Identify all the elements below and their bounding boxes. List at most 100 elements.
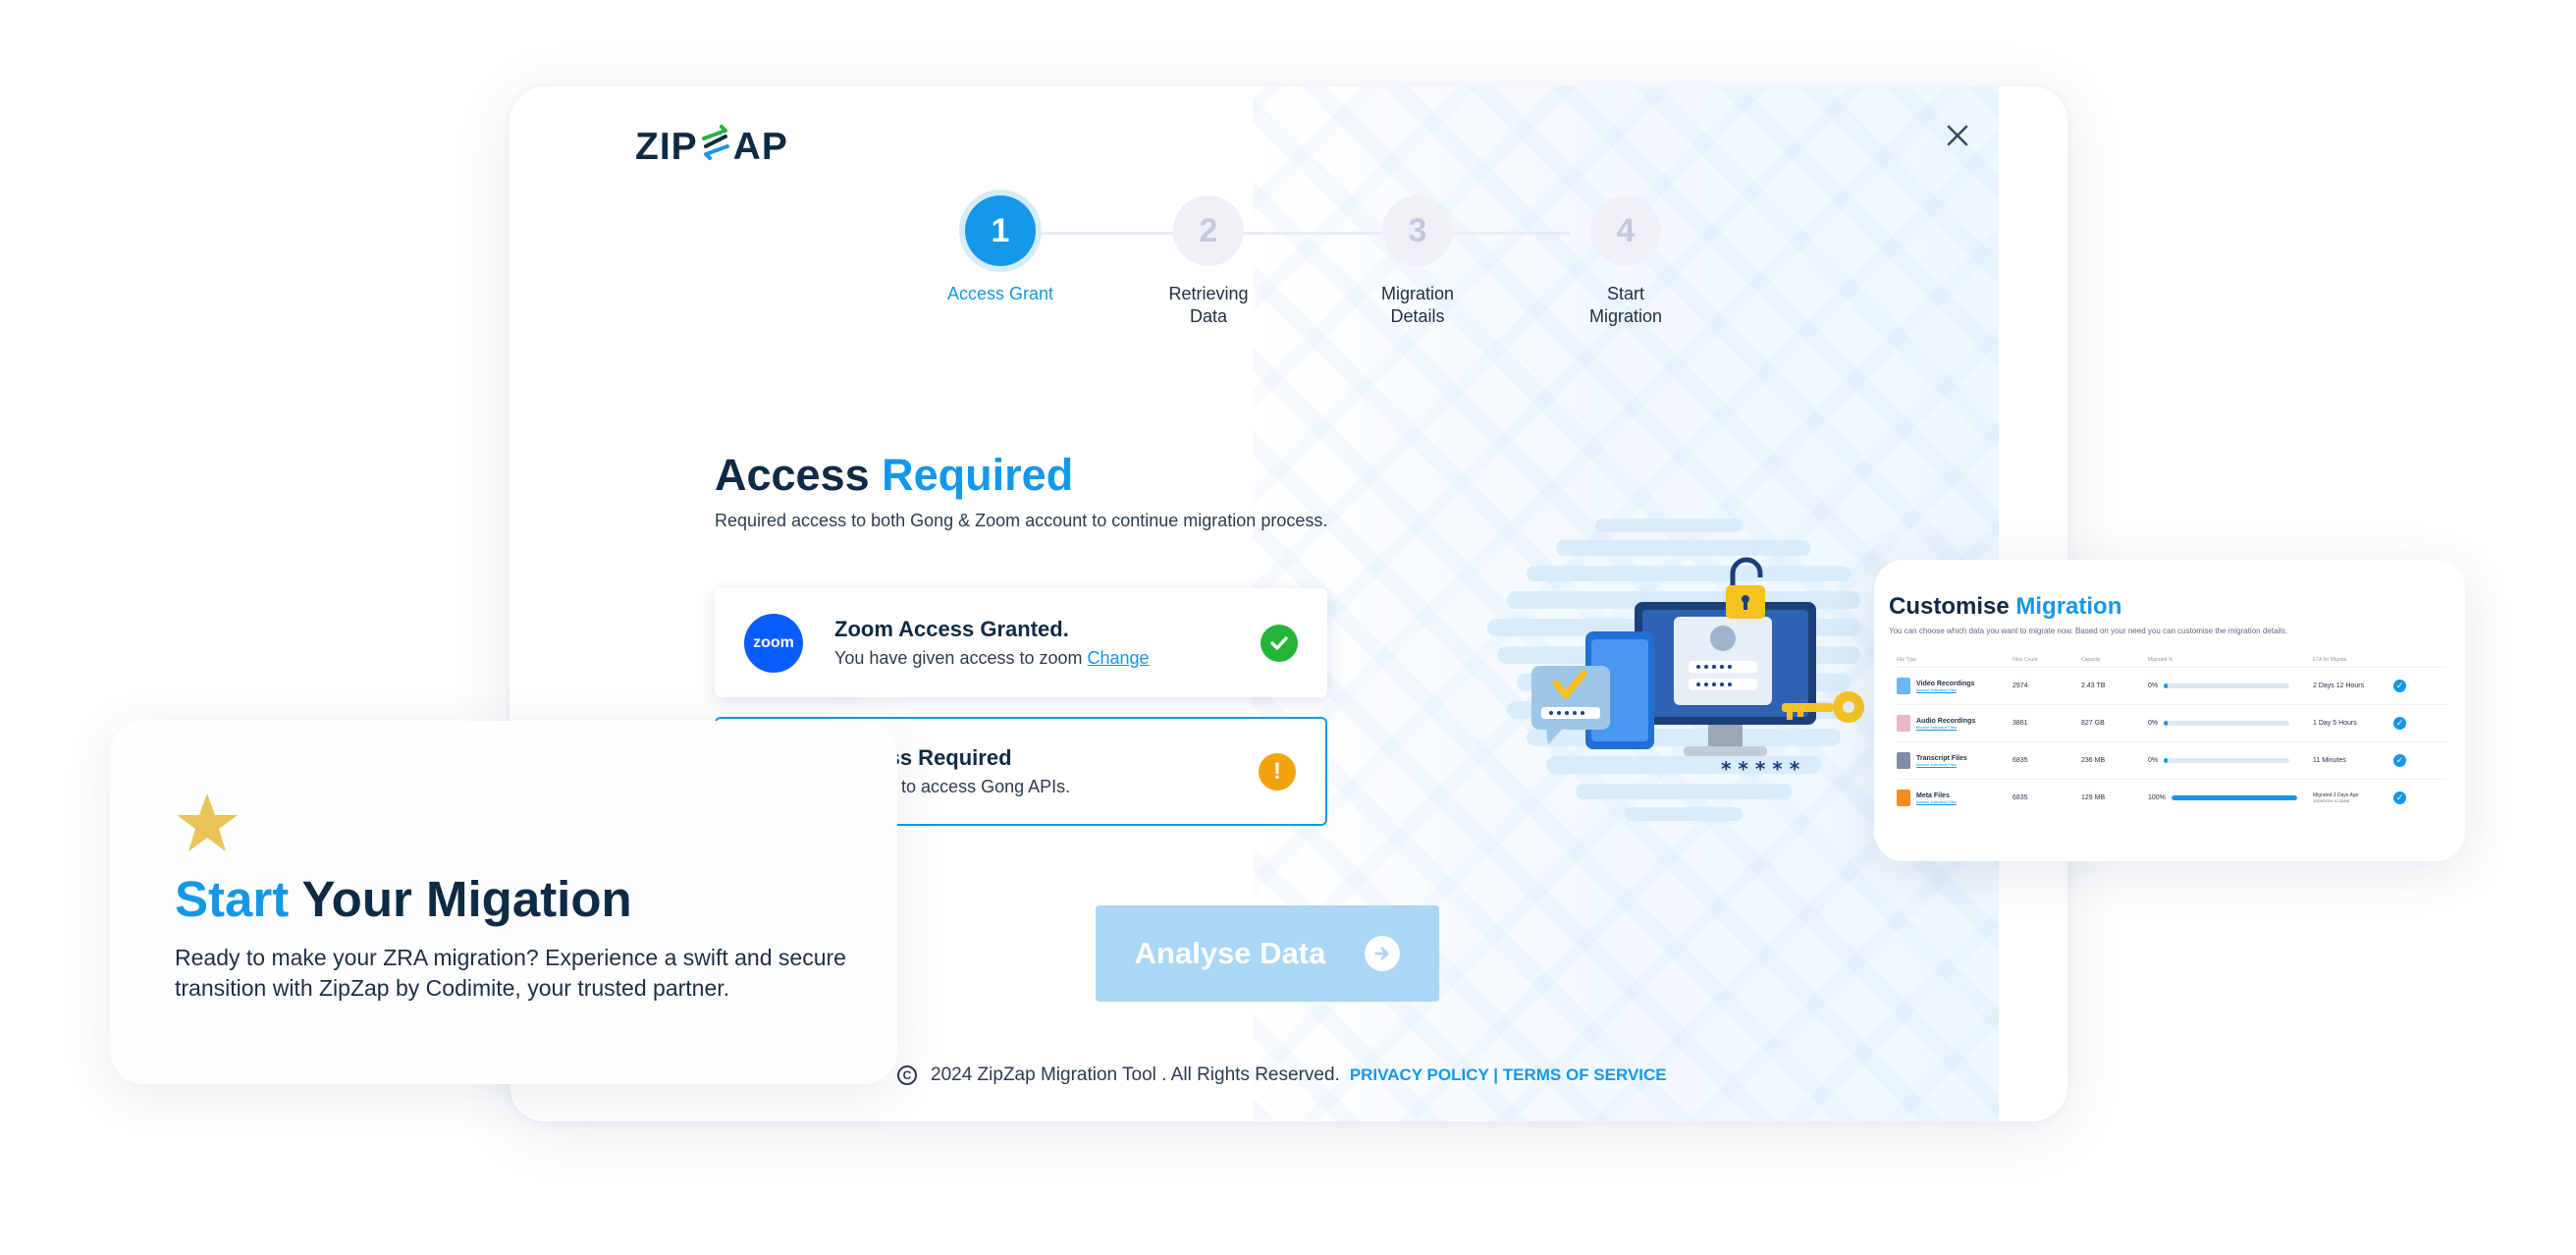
gong-card-desc: l details to access Gong APIs.	[836, 777, 1071, 796]
progress-bar	[2164, 758, 2290, 763]
page-title: Access Required	[715, 450, 1073, 501]
migration-progress: 0%	[2148, 682, 2313, 689]
step-number: 3	[1382, 195, 1453, 266]
capacity: 236 MB	[2081, 757, 2106, 764]
step-label: Access Grant	[946, 284, 1054, 303]
custom-title-accent: Migration	[2015, 593, 2122, 620]
custom-card-subtitle: You can choose which data you want to mi…	[1889, 627, 2288, 635]
check-circle-icon	[1261, 624, 1298, 662]
step-label: Migration Details	[1380, 284, 1455, 326]
browse-files-link[interactable]: Browse Individual Files	[1916, 762, 1967, 767]
file-type-name: Transcript Files	[1916, 754, 1967, 762]
step-access-grant[interactable]: 1 Access Grant	[912, 188, 1089, 305]
file-type-name: Audio Recordings	[1916, 717, 1976, 725]
star-icon	[177, 793, 238, 851]
analyse-button-label: Analyse Data	[1134, 936, 1326, 970]
footer: C 2024 ZipZap Migration Tool . All Right…	[897, 1064, 1667, 1086]
zoom-card-desc: You have given access to zoom Change	[834, 648, 1261, 669]
column-header: Capacity	[2081, 657, 2101, 663]
migrated-percent: 100%	[2148, 794, 2166, 801]
files-count: 3861	[2012, 720, 2028, 727]
eta-date: 12/05/2024 12:33AM	[2313, 798, 2350, 803]
step-retrieving-data[interactable]: 2 Retrieving Data	[1120, 188, 1297, 328]
start-migration-card: Start Your Migation Ready to make your Z…	[110, 721, 897, 1084]
terms-of-service-link[interactable]: TERMS OF SERVICE	[1503, 1065, 1667, 1084]
eta: 2 Days 12 Hours	[2313, 682, 2365, 689]
check-icon[interactable]: ✓	[2393, 754, 2406, 767]
migrated-percent: 0%	[2148, 682, 2159, 689]
audio-file-icon	[1897, 715, 1910, 732]
security-illustration: * * * * *	[1487, 518, 1880, 843]
start-title-accent: Start	[175, 871, 290, 927]
progress-fill	[2164, 683, 2168, 688]
zoom-access-card: zoom Zoom Access Granted. You have given…	[715, 588, 1327, 697]
progress-stepper: 1 Access Grant 2 Retrieving Data 3 Migra…	[912, 188, 1678, 335]
step-number: 4	[1590, 195, 1661, 266]
column-header: File Type	[1897, 657, 1917, 663]
progress-bar	[2164, 683, 2290, 688]
step-migration-details[interactable]: 3 Migration Details	[1329, 188, 1506, 328]
table-row[interactable]: Video Recordings Browse Individual Files…	[1897, 667, 2446, 704]
step-start-migration[interactable]: 4 Start Migration	[1537, 188, 1714, 328]
start-card-title: Start Your Migation	[175, 870, 632, 928]
progress-fill	[2164, 758, 2168, 763]
table-row[interactable]: Audio Recordings Browse Individual Files…	[1897, 704, 2446, 741]
zoom-card-desc-text: You have given access to zoom	[834, 648, 1083, 668]
capacity: 827 GB	[2081, 720, 2105, 727]
file-type-name: Meta Files	[1916, 791, 1950, 799]
meta-file-icon	[1897, 790, 1910, 806]
logo-text-left: ZIP	[635, 126, 698, 168]
close-button[interactable]	[1936, 114, 1979, 157]
change-link[interactable]: Change	[1088, 648, 1150, 668]
files-count: 6835	[2012, 794, 2028, 801]
browse-files-link[interactable]: Browse Individual Files	[1916, 725, 1975, 730]
password-mask-text: * * * * *	[1721, 757, 1800, 781]
page-subtitle: Required access to both Gong & Zoom acco…	[715, 511, 1328, 530]
privacy-policy-link[interactable]: PRIVACY POLICY	[1350, 1065, 1489, 1084]
copyright-icon: C	[897, 1065, 917, 1085]
browse-files-link[interactable]: Browse Individual Files	[1916, 687, 1974, 692]
eta: 1 Day 5 Hours	[2313, 720, 2357, 727]
copyright-text: 2024 ZipZap Migration Tool . All Rights …	[931, 1064, 1340, 1085]
column-header: Migrated %	[2148, 657, 2174, 663]
start-title-main: Your Migation	[301, 871, 632, 927]
capacity: 2.43 TB	[2081, 682, 2106, 689]
migrated-percent: 0%	[2148, 757, 2159, 764]
step-number: 2	[1173, 195, 1244, 266]
check-icon[interactable]: ✓	[2393, 717, 2406, 730]
check-icon[interactable]: ✓	[2393, 680, 2406, 692]
migrated-percent: 0%	[2148, 720, 2159, 727]
start-card-description: Ready to make your ZRA migration? Experi…	[175, 945, 846, 1001]
files-count: 2974	[2012, 682, 2028, 689]
logo-text-right: AP	[732, 126, 788, 168]
custom-card-title: Customise Migration	[1889, 593, 2450, 621]
footer-links: PRIVACY POLICY | TERMS OF SERVICE	[1350, 1065, 1667, 1085]
migration-progress: 0%	[2148, 757, 2313, 764]
arrow-right-icon	[1365, 936, 1401, 971]
close-icon	[1947, 125, 1968, 146]
progress-bar	[2164, 721, 2290, 726]
customise-migration-card: Customise Migration You can choose which…	[1874, 560, 2465, 861]
eta: 11 Minutes	[2313, 757, 2346, 764]
migration-progress: 100%	[2148, 794, 2313, 801]
table-header: File Type Files Count Capacity Migrated …	[1897, 653, 2446, 667]
progress-fill	[2171, 795, 2297, 800]
migration-progress: 0%	[2148, 720, 2313, 727]
title-accent: Required	[882, 450, 1074, 500]
file-type-name: Video Recordings	[1916, 680, 1975, 687]
check-icon[interactable]: ✓	[2393, 791, 2406, 804]
gong-card-title: Access Required	[836, 745, 1012, 770]
warning-icon: !	[1259, 752, 1296, 791]
table-row[interactable]: Meta Files Browse Individual Files 6835 …	[1897, 779, 2446, 816]
table-row[interactable]: Transcript Files Browse Individual Files…	[1897, 741, 2446, 779]
browse-files-link[interactable]: Browse Individual Files	[1916, 799, 1957, 804]
footer-separator: |	[1493, 1065, 1499, 1084]
analyse-data-button[interactable]: Analyse Data	[1096, 905, 1439, 1002]
zipzap-logo: ZIP AP	[635, 125, 788, 169]
progress-bar	[2171, 795, 2297, 800]
zoom-logo-icon: zoom	[744, 613, 803, 673]
title-main: Access	[715, 450, 870, 500]
column-header: ETA for Migrate	[2313, 657, 2347, 663]
step-label: Start Migration	[1588, 284, 1663, 326]
eta-cell: Migrated 2 Days Ago 12/05/2024 12:33AM	[2313, 792, 2393, 803]
